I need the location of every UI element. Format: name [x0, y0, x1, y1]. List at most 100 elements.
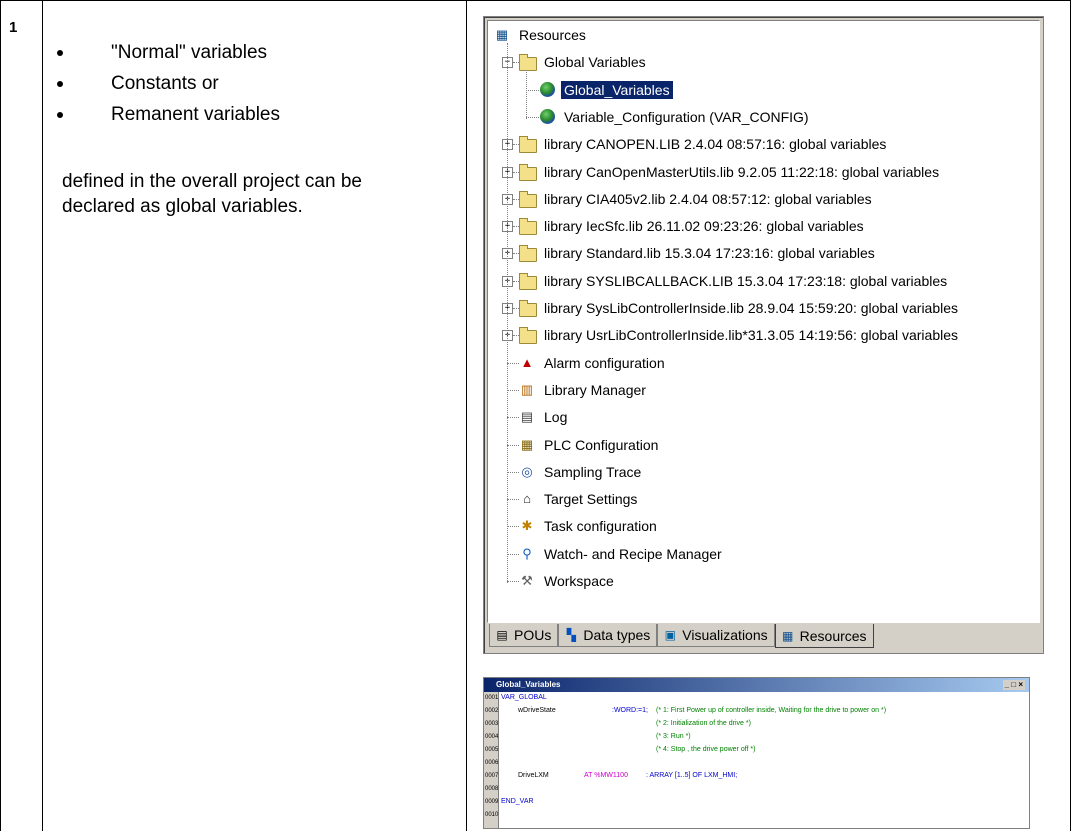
tree-item[interactable]: library CIA405v2.lib 2.4.04 08:57:12: gl… — [519, 187, 875, 211]
tree-root-resources[interactable]: ▦ Resources — [494, 23, 589, 47]
variable-type: : ARRAY [1..5] OF LXM_HMI; — [646, 772, 738, 779]
visualization-icon: ▣ — [664, 628, 676, 642]
tree-item[interactable]: Global_Variables — [539, 78, 673, 102]
tree-item[interactable]: ⚒ Workspace — [519, 569, 617, 593]
tree-connector — [507, 444, 519, 446]
tree-item[interactable]: ▦ PLC Configuration — [519, 433, 661, 457]
tree-item-label: library Standard.lib 15.3.04 17:23:16: g… — [544, 245, 875, 262]
tree-item[interactable]: library SYSLIBCALLBACK.LIB 15.3.04 17:23… — [519, 269, 950, 293]
line-number: 0007 — [485, 773, 499, 779]
tab-label: Data types — [583, 627, 651, 643]
tree-item-label: library CanOpenMasterUtils.lib 9.2.05 11… — [544, 163, 940, 180]
tab-pous[interactable]: ▤ POUs — [489, 624, 559, 647]
tree-item[interactable]: ⚲ Watch- and Recipe Manager — [519, 542, 725, 566]
editor-title: Global_Variables — [496, 680, 561, 689]
tree-item[interactable]: ✱ Task configuration — [519, 514, 660, 538]
tree-item-label: library SYSLIBCALLBACK.LIB 15.3.04 17:23… — [544, 272, 948, 289]
tree-item[interactable]: library IecSfc.lib 26.11.02 09:23:26: gl… — [519, 214, 867, 238]
tab-label: POUs — [514, 627, 552, 643]
tree-guide-line — [526, 70, 527, 119]
tree-connector — [513, 280, 519, 282]
tree-item[interactable]: library UsrLibControllerInside.lib*31.3.… — [519, 323, 961, 347]
tree-connector — [507, 362, 519, 364]
task-icon: ✱ — [521, 518, 533, 534]
table-left-border — [0, 1, 1, 831]
document-table: 1 "Normal" variables Constants or Remane… — [0, 0, 1071, 831]
tree-item[interactable]: library Standard.lib 15.3.04 17:23:16: g… — [519, 241, 878, 265]
tree-connector — [507, 553, 519, 555]
tree-item-label: Task configuration — [544, 518, 657, 535]
resources-icon: ▦ — [781, 628, 794, 643]
tab-resources[interactable]: ▦ Resources — [774, 624, 874, 648]
line-number: 0004 — [485, 734, 499, 740]
code-keyword: END_VAR — [501, 798, 534, 805]
trace-icon: ◎ — [521, 463, 533, 479]
folder-icon — [519, 272, 537, 290]
tree-connector — [507, 526, 519, 528]
tree-item-label: Global Variables — [544, 54, 646, 71]
tab-data-types[interactable]: ▚ Data types — [558, 624, 658, 647]
tree-connector — [507, 389, 519, 391]
tree-connector — [513, 253, 519, 255]
tab-visualizations[interactable]: ▣ Visualizations — [657, 624, 775, 647]
tree-connector — [513, 335, 519, 337]
variable-name: DriveLXM — [518, 772, 549, 779]
tree-connector — [513, 308, 519, 309]
tree-item[interactable]: ◎ Sampling Trace — [519, 460, 644, 484]
tree-connector — [513, 144, 519, 146]
editor-title-bar: Global_Variables _ □ × — [484, 678, 1029, 692]
object-tabs: ▤ POUs ▚ Data types ▣ Visualizations ▦ Resource… — [489, 624, 874, 648]
tree-item[interactable]: library SysLibControllerInside.lib 28.9.… — [519, 296, 961, 320]
alarm-icon: ▲ — [520, 354, 534, 370]
folder-open-icon — [519, 54, 537, 72]
tree-connector — [513, 62, 519, 64]
description-paragraph: defined in the overall project can be de… — [62, 171, 362, 217]
tree-item[interactable]: ⌂ Target Settings — [519, 487, 640, 511]
tree-item-label: Variable_Configuration (VAR_CONFIG) — [564, 108, 809, 125]
tree-item-label: library SysLibControllerInside.lib 28.9.… — [544, 300, 959, 316]
tree-guide-line — [507, 43, 508, 583]
variable-name: wDriveState — [518, 707, 556, 714]
tree-item-label: Alarm configuration — [544, 354, 665, 371]
line-number: 0001 — [485, 695, 499, 701]
tree-item-label: Sampling Trace — [544, 463, 642, 480]
tree-item[interactable]: Variable_Configuration (VAR_CONFIG) — [539, 105, 812, 129]
tree-item[interactable]: library CanOpenMasterUtils.lib 9.2.05 11… — [519, 160, 942, 184]
tree-item[interactable]: library CANOPEN.LIB 2.4.04 08:57:16: glo… — [519, 132, 889, 156]
tree-item[interactable]: ▲ Alarm configuration — [519, 351, 668, 375]
datatype-icon: ▚ — [566, 628, 576, 642]
line-number: 0009 — [485, 799, 499, 805]
folder-icon — [519, 163, 537, 181]
line-number: 0002 — [485, 708, 499, 714]
code-comment: (* 2: Initialization of the drive *) — [656, 720, 751, 727]
table-column-divider-2 — [466, 1, 467, 831]
tools-icon: ⚒ — [521, 573, 533, 588]
folder-icon — [519, 190, 537, 208]
pou-icon: ▤ — [496, 628, 508, 642]
tree-item-label: library IecSfc.lib 26.11.02 09:23:26: gl… — [544, 218, 864, 235]
line-number: 0005 — [485, 747, 499, 753]
resources-tree[interactable]: ▦ Resources Global Variables − Global_Vari… — [487, 20, 1040, 623]
tree-item-label: library UsrLibControllerInside.lib*31.3.… — [544, 327, 959, 344]
resources-icon: ▦ — [495, 27, 509, 42]
tree-connector — [513, 198, 519, 200]
code-comment: (* 1: First Power up of controller insid… — [656, 707, 887, 714]
log-icon: ▤ — [520, 409, 534, 425]
row-number: 1 — [9, 19, 18, 36]
tree-connector — [526, 89, 539, 91]
line-number: 0010 — [485, 812, 499, 818]
tree-item[interactable]: Global Variables — [519, 50, 649, 74]
tree-item-label: Library Manager — [544, 381, 646, 398]
table-column-divider-1 — [42, 1, 43, 831]
tab-label: Resources — [799, 627, 867, 644]
tree-item[interactable]: ▤ Log — [519, 405, 570, 429]
library-icon: ▥ — [520, 381, 534, 397]
code-comment: (* 4: Stop , the drive power off *) — [656, 746, 756, 753]
bullet-icon — [57, 112, 63, 118]
tree-item-label: PLC Configuration — [544, 436, 659, 453]
window-controls[interactable]: _ □ × — [1002, 680, 1025, 690]
tree-item[interactable]: ▥ Library Manager — [519, 378, 649, 402]
line-number: 0003 — [485, 721, 499, 727]
tree-item-label: Watch- and Recipe Manager — [544, 545, 722, 562]
tree-item-label: Log — [544, 409, 568, 426]
